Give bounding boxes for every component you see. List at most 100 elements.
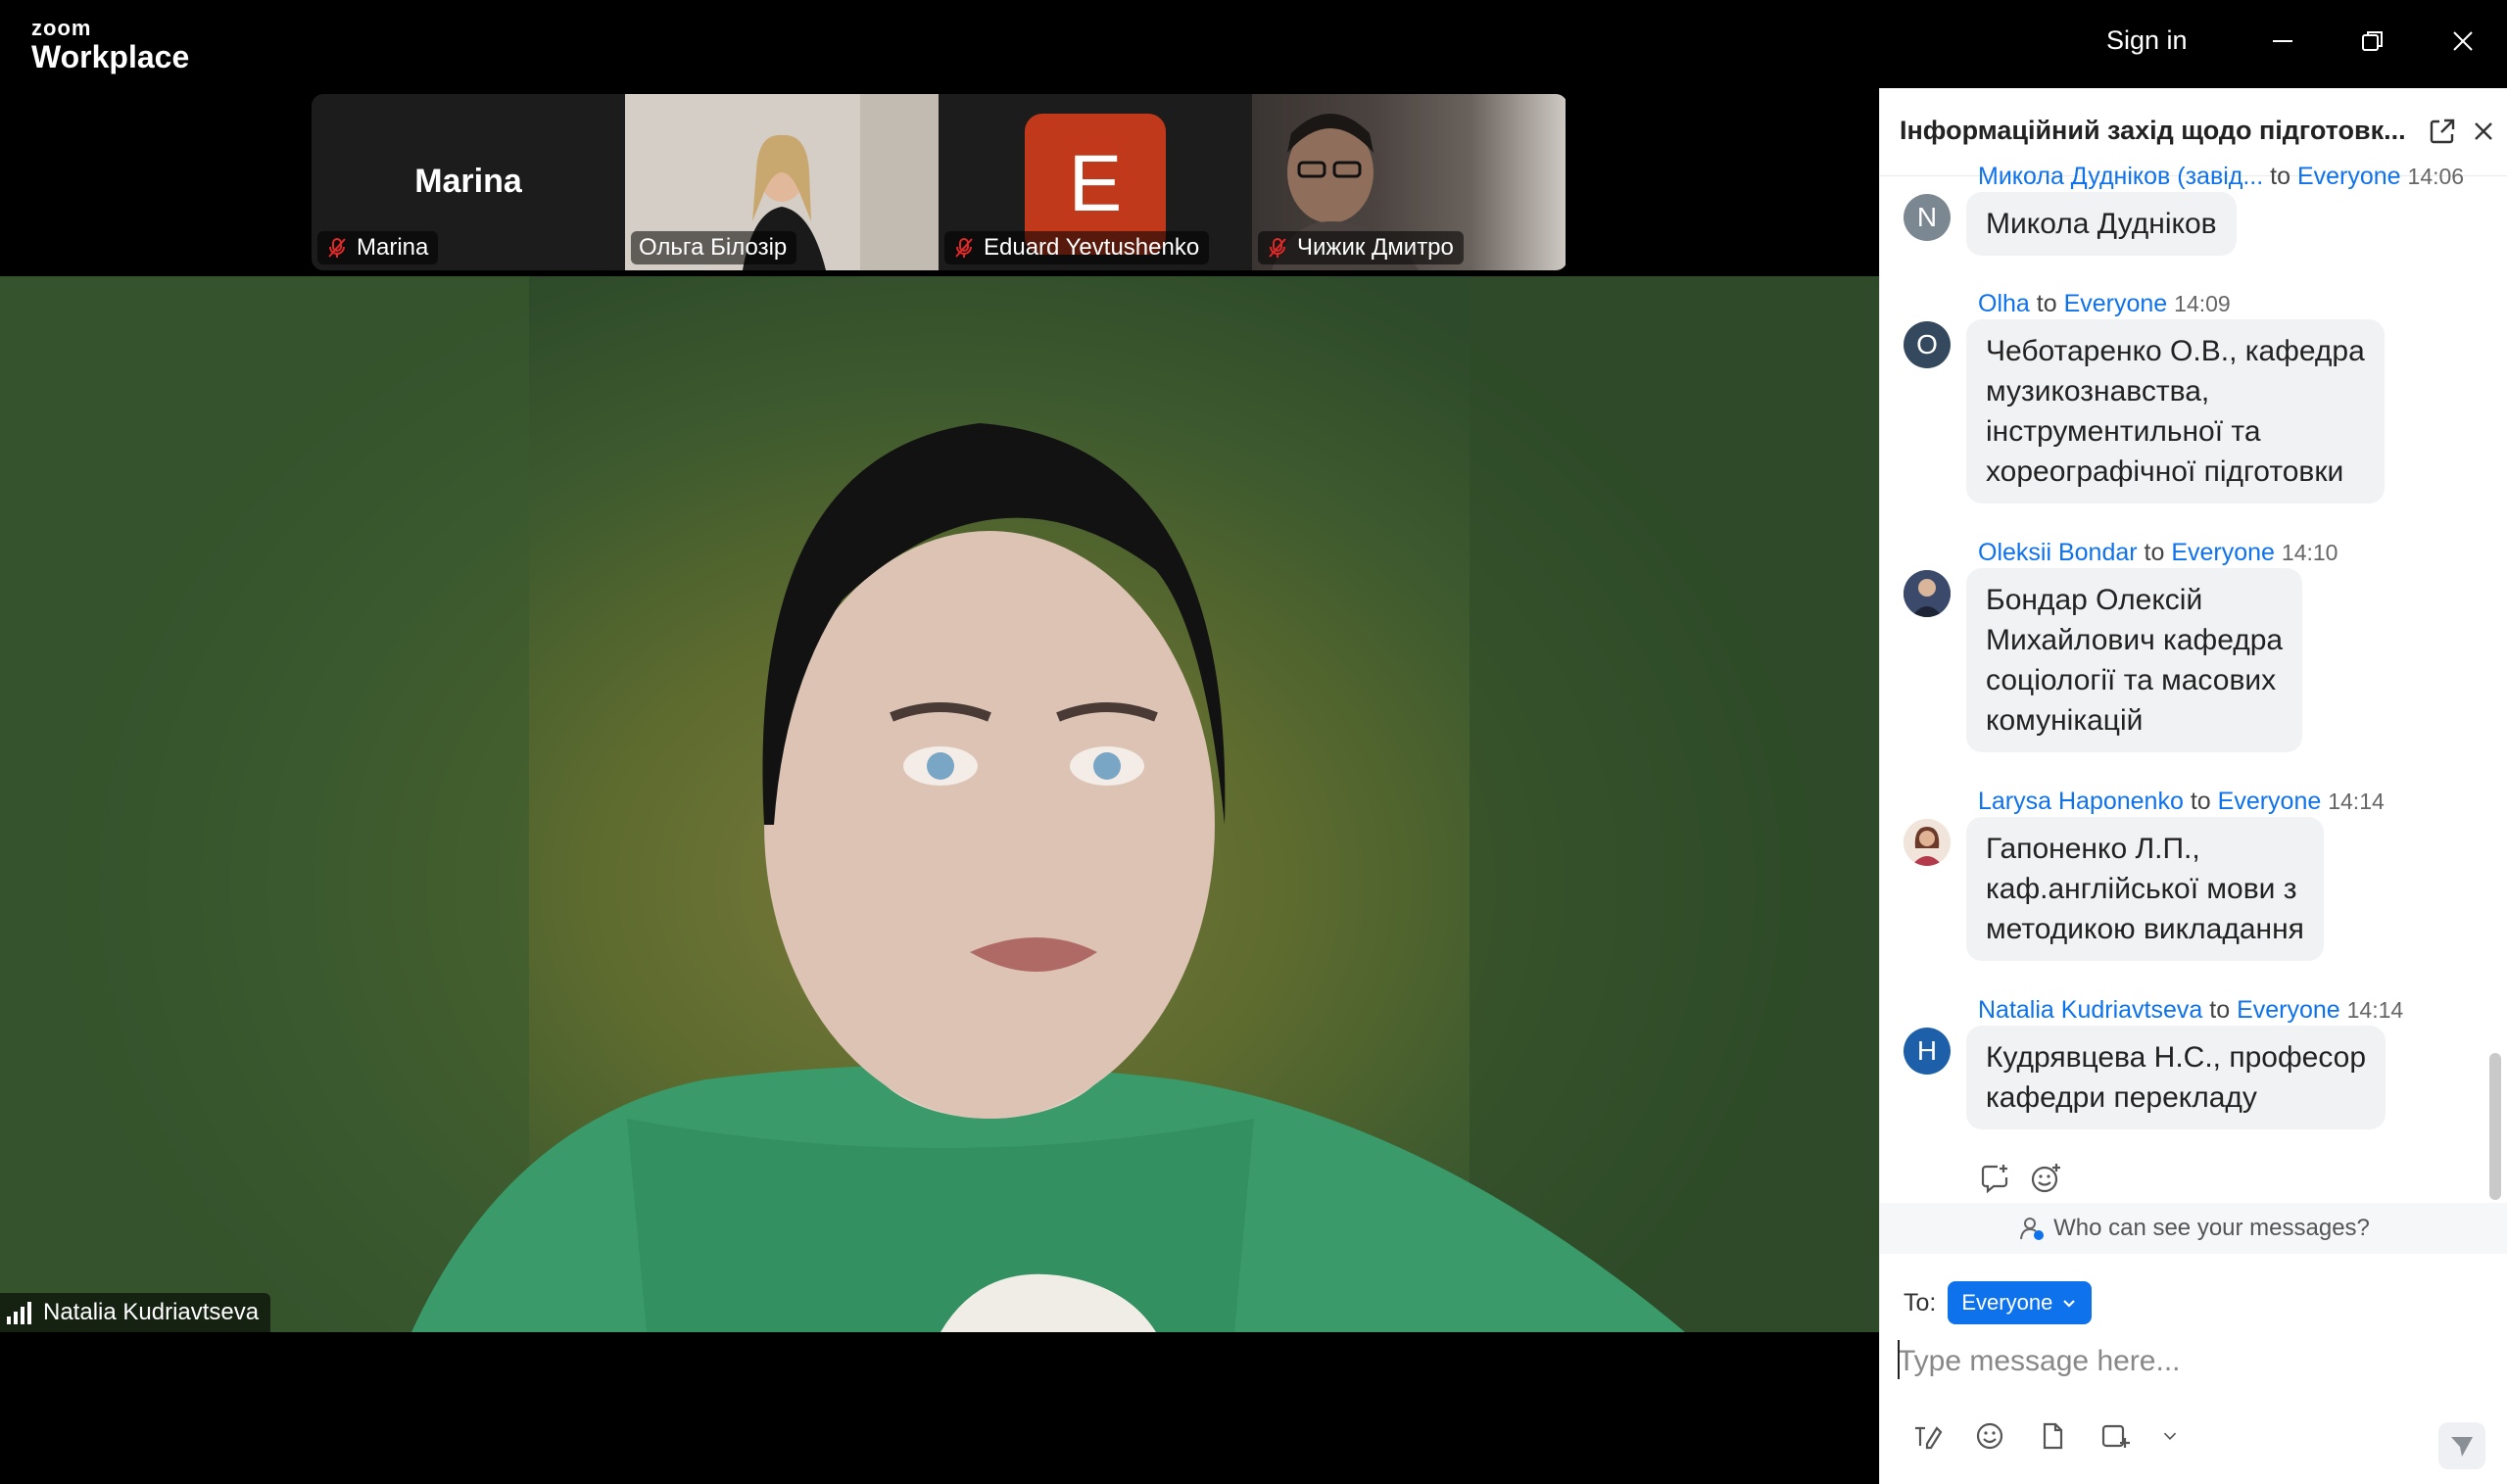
- message-time: 14:14: [2328, 789, 2385, 814]
- speaker-name: Natalia Kudriavtseva: [43, 1299, 260, 1325]
- message-meta: Oleksii Bondar to Everyone 14:10: [1978, 539, 2338, 567]
- user-photo-icon: [1904, 570, 1951, 617]
- close-window-button[interactable]: [2443, 22, 2483, 61]
- chat-scrollbar[interactable]: [2489, 1053, 2501, 1200]
- send-button[interactable]: [2438, 1422, 2485, 1469]
- who-can-see-text: Who can see your messages?: [2053, 1215, 2370, 1241]
- restore-button[interactable]: [2353, 22, 2392, 61]
- participant-tile-olha[interactable]: Ольга Білозір: [625, 94, 939, 270]
- chat-panel: Інформаційний захід щодо підготовк... Ми…: [1879, 88, 2507, 1484]
- chat-title: Інформаційний захід щодо підготовк...: [1900, 116, 2406, 145]
- message-bubble[interactable]: Гапоненко Л.П., каф.англійської мови з м…: [1966, 817, 2324, 961]
- zoom-window: zoom Workplace Sign in Marina Marina Оль…: [0, 0, 2507, 1484]
- speaker-video-feed: [0, 276, 1879, 1332]
- screenshot-icon[interactable]: [2097, 1418, 2133, 1454]
- emoji-icon[interactable]: [1972, 1418, 2007, 1454]
- message-target: Everyone: [2237, 996, 2340, 1024]
- message-target: Everyone: [2217, 788, 2322, 815]
- message-meta: Larysa Haponenko to Everyone 14:14: [1978, 788, 2385, 816]
- who-can-see-link[interactable]: Who can see your messages?: [1880, 1203, 2507, 1254]
- pop-out-icon: [2430, 119, 2455, 144]
- message-to: to: [2144, 539, 2165, 566]
- message-target: Everyone: [2296, 163, 2401, 190]
- participant-tile-chyzhyk[interactable]: Чижик Дмитро: [1252, 94, 1566, 270]
- participant-tile-marina[interactable]: Marina Marina: [312, 94, 625, 270]
- message-to: to: [2036, 290, 2057, 317]
- participant-name: Чижик Дмитро: [1297, 234, 1454, 261]
- mic-muted-icon: [1269, 238, 1286, 258]
- to-label: To:: [1904, 1288, 1937, 1316]
- message-time: 14:09: [2174, 291, 2231, 316]
- avatar: [1904, 819, 1951, 866]
- participant-label: Ольга Білозір: [631, 231, 797, 264]
- message-bubble[interactable]: Микола Дудніков: [1966, 192, 2237, 256]
- text-caret: [1898, 1340, 1900, 1379]
- message-bubble[interactable]: Кудрявцева Н.С., професор кафедри перекл…: [1966, 1026, 2386, 1129]
- message-to: to: [2209, 996, 2231, 1024]
- message-meta: Natalia Kudriavtseva to Everyone 14:14: [1978, 996, 2403, 1025]
- zoom-logo: zoom Workplace: [31, 16, 190, 74]
- participant-label: Marina: [317, 231, 439, 264]
- participant-name: Eduard Yevtushenko: [984, 234, 1200, 261]
- participant-tile-eduard[interactable]: E Eduard Yevtushenko: [939, 94, 1252, 270]
- user-photo-icon: [1904, 819, 1951, 866]
- message-sender[interactable]: Olha: [1978, 290, 2030, 317]
- avatar: O: [1904, 321, 1951, 368]
- pop-out-chat-button[interactable]: [2423, 112, 2462, 151]
- message-time: 14:10: [2281, 540, 2338, 565]
- chevron-down-icon[interactable]: [2160, 1426, 2180, 1446]
- recipient-value: Everyone: [1961, 1290, 2053, 1315]
- minimize-icon: [2273, 40, 2292, 42]
- message-sender[interactable]: Микола Дудніков (завід...: [1978, 163, 2263, 190]
- active-speaker-video[interactable]: Natalia Kudriavtseva: [0, 276, 1879, 1332]
- chat-message-list: Микола Дудніков (завід... to Everyone 14…: [1880, 163, 2487, 1281]
- mic-muted-icon: [328, 238, 346, 258]
- message-bubble[interactable]: Бондар Олексій Михайлович кафедра соціол…: [1966, 568, 2303, 752]
- message-sender[interactable]: Natalia Kudriavtseva: [1978, 996, 2202, 1024]
- message-meta: Микола Дудніков (завід... to Everyone 14…: [1978, 163, 2464, 191]
- participant-label: Eduard Yevtushenko: [944, 231, 1210, 264]
- close-icon: [2475, 122, 2492, 140]
- send-icon: [2451, 1437, 2473, 1457]
- add-reaction-icon[interactable]: [2029, 1162, 2062, 1195]
- avatar: Н: [1904, 1028, 1951, 1075]
- avatar: N: [1904, 194, 1951, 241]
- gallery-strip: Marina Marina Ольга Білозір E Eduard Yev…: [312, 94, 1567, 270]
- minimize-button[interactable]: [2263, 22, 2302, 61]
- connection-signal-icon: [7, 1302, 31, 1324]
- message-actions: [1978, 1162, 2062, 1195]
- participant-name: Marina: [357, 234, 429, 261]
- message-sender[interactable]: Oleksii Bondar: [1978, 539, 2138, 566]
- restore-icon: [2362, 31, 2383, 51]
- format-text-icon[interactable]: [1909, 1418, 1945, 1454]
- message-to: to: [2270, 163, 2291, 190]
- message-sender[interactable]: Larysa Haponenko: [1978, 788, 2184, 815]
- participant-label: Чижик Дмитро: [1258, 231, 1464, 264]
- avatar: [1904, 570, 1951, 617]
- participant-name: Ольга Білозір: [639, 234, 788, 261]
- message-input[interactable]: [1898, 1332, 2485, 1391]
- file-icon[interactable]: [2035, 1418, 2070, 1454]
- message-meta: Olha to Everyone 14:09: [1978, 290, 2231, 318]
- mic-muted-icon: [955, 238, 973, 258]
- message-target: Everyone: [2063, 290, 2168, 317]
- sign-in-link[interactable]: Sign in: [2106, 25, 2188, 56]
- compose-toolbar: [1909, 1418, 2180, 1454]
- message-target: Everyone: [2171, 539, 2275, 566]
- speaker-label: Natalia Kudriavtseva: [0, 1293, 271, 1332]
- reply-thread-icon[interactable]: [1978, 1162, 2011, 1195]
- logo-workplace-text: Workplace: [31, 39, 190, 74]
- message-to: to: [2190, 788, 2211, 815]
- participant-display-name: Marina: [414, 163, 522, 200]
- message-time: 14:06: [2407, 164, 2465, 189]
- title-bar: zoom Workplace Sign in: [0, 0, 2507, 88]
- recipient-dropdown[interactable]: Everyone: [1948, 1281, 2093, 1324]
- chevron-down-icon: [2063, 1300, 2076, 1308]
- close-icon: [2453, 31, 2473, 51]
- logo-zoom-text: zoom: [31, 16, 92, 40]
- message-time: 14:14: [2346, 997, 2404, 1023]
- recipient-row: To: Everyone: [1904, 1281, 2093, 1324]
- person-info-icon: [2020, 1218, 2045, 1240]
- close-chat-button[interactable]: [2464, 112, 2503, 151]
- message-bubble[interactable]: Чеботаренко О.В., кафедра музикознавства…: [1966, 319, 2385, 503]
